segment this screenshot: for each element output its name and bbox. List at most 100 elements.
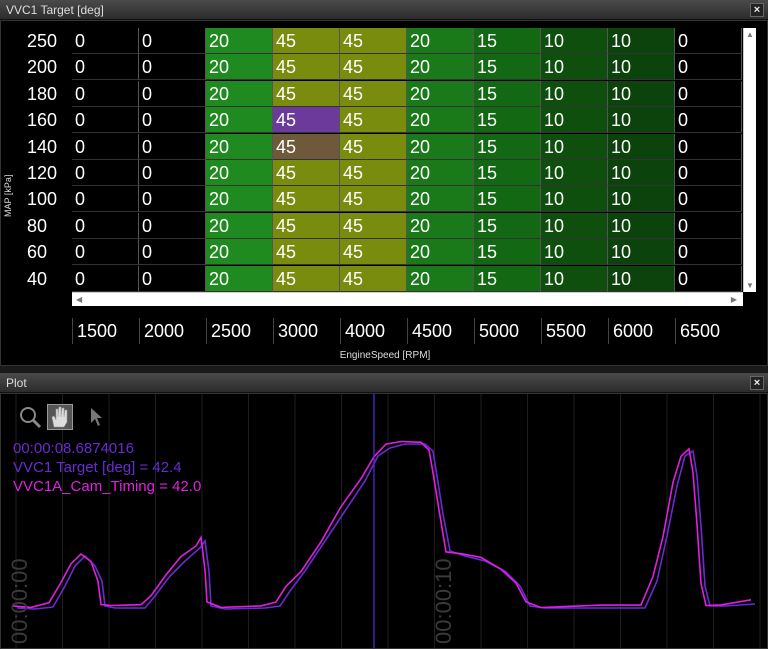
table-cell[interactable]: 10 [608, 80, 675, 107]
table-cell[interactable]: 0 [675, 239, 742, 266]
table-cell[interactable]: 45 [340, 80, 407, 107]
table-cell[interactable]: 20 [407, 160, 474, 186]
plot-panel[interactable]: 00:00:00 00:00:10 00:00:08.6874016 VVC1 … [0, 393, 768, 649]
table-cell[interactable]: 10 [541, 54, 608, 81]
table-cell[interactable]: 20 [206, 54, 273, 81]
table-cell[interactable]: 0 [72, 212, 139, 239]
table-cell[interactable]: 0 [72, 133, 139, 160]
table-cell[interactable]: 0 [139, 160, 206, 186]
table-cell[interactable]: 0 [139, 265, 206, 292]
table-cell[interactable]: 20 [206, 80, 273, 107]
table-cell[interactable]: 20 [407, 28, 474, 54]
table-cell[interactable]: 10 [541, 133, 608, 160]
table-cell[interactable]: 15 [474, 107, 541, 134]
table-cell[interactable]: 20 [407, 80, 474, 107]
table-cell[interactable]: 10 [541, 160, 608, 186]
table-cell[interactable]: 15 [474, 80, 541, 107]
table-cell[interactable]: 45 [273, 28, 340, 54]
table-cell[interactable]: 20 [407, 212, 474, 239]
table-cell[interactable]: 15 [474, 265, 541, 292]
table-cell[interactable]: 0 [675, 265, 742, 292]
table-cell[interactable]: 20 [407, 186, 474, 213]
table-cell[interactable]: 45 [273, 186, 340, 213]
table-cell[interactable]: 0 [139, 80, 206, 107]
table-cell[interactable]: 45 [340, 107, 407, 134]
table-cell[interactable]: 0 [675, 107, 742, 134]
table-cell[interactable]: 45 [340, 160, 407, 186]
scroll-left-icon[interactable]: ◀ [76, 295, 82, 304]
table-cell[interactable]: 0 [139, 186, 206, 213]
table-cell[interactable]: 45 [340, 133, 407, 160]
table-cell[interactable]: 45 [273, 212, 340, 239]
table-cell[interactable]: 15 [474, 160, 541, 186]
table-cell[interactable]: 10 [541, 186, 608, 213]
table-cell[interactable]: 0 [72, 160, 139, 186]
pointer-tool-button[interactable] [83, 404, 109, 430]
vertical-scrollbar[interactable]: ▲ ▼ [743, 28, 756, 292]
table-cell[interactable]: 0 [139, 239, 206, 266]
table-cell[interactable]: 0 [139, 28, 206, 54]
table-cell[interactable]: 15 [474, 239, 541, 266]
table-cell[interactable]: 45 [273, 54, 340, 81]
table-cell[interactable]: 20 [407, 133, 474, 160]
table-cell[interactable]: 0 [72, 54, 139, 81]
table-cell[interactable]: 20 [206, 239, 273, 266]
table-cell[interactable]: 45 [340, 28, 407, 54]
table-cell[interactable]: 0 [675, 28, 742, 54]
table-cell[interactable]: 10 [541, 107, 608, 134]
table-cell[interactable]: 10 [541, 28, 608, 54]
table-cell[interactable]: 0 [72, 186, 139, 213]
plot-area[interactable] [1, 394, 767, 648]
table-cell[interactable]: 0 [675, 54, 742, 81]
table-cell[interactable]: 0 [72, 265, 139, 292]
table-cell[interactable]: 10 [608, 28, 675, 54]
table-cell[interactable]: 10 [541, 212, 608, 239]
plot-panel-close-button[interactable]: × [750, 376, 764, 390]
table-cell[interactable]: 45 [340, 212, 407, 239]
table-cell[interactable]: 10 [541, 265, 608, 292]
table-cell[interactable]: 45 [340, 239, 407, 266]
table-cell[interactable]: 45 [273, 160, 340, 186]
table-cell[interactable]: 20 [407, 107, 474, 134]
scroll-up-icon[interactable]: ▲ [746, 30, 754, 39]
table-cell[interactable]: 0 [675, 212, 742, 239]
table-cell[interactable]: 10 [541, 80, 608, 107]
table-cell[interactable]: 0 [675, 133, 742, 160]
table-cell[interactable]: 10 [608, 54, 675, 81]
table-cell[interactable]: 0 [139, 133, 206, 160]
table-cell[interactable]: 45 [273, 239, 340, 266]
table-cell[interactable]: 20 [206, 186, 273, 213]
table-cell[interactable]: 0 [139, 107, 206, 134]
table-cell[interactable]: 20 [407, 265, 474, 292]
table-cell[interactable]: 10 [608, 160, 675, 186]
table-cell[interactable]: 10 [541, 239, 608, 266]
table-cell[interactable]: 45 [340, 265, 407, 292]
table-cell[interactable]: 20 [407, 54, 474, 81]
table-cell[interactable]: 15 [474, 186, 541, 213]
table-cell[interactable]: 20 [206, 28, 273, 54]
table-cell[interactable]: 0 [675, 160, 742, 186]
table-cell[interactable]: 0 [675, 186, 742, 213]
table-cell[interactable]: 45 [273, 80, 340, 107]
table-cell[interactable]: 20 [206, 265, 273, 292]
table-cell[interactable]: 20 [206, 107, 273, 134]
horizontal-scrollbar[interactable]: ◀ ▶ [72, 292, 743, 306]
table-cell[interactable]: 15 [474, 212, 541, 239]
table-cell[interactable]: 20 [407, 239, 474, 266]
table-cell[interactable]: 0 [72, 28, 139, 54]
table-cell[interactable]: 45 [340, 186, 407, 213]
table-cell[interactable]: 10 [608, 239, 675, 266]
table-cell[interactable]: 0 [72, 107, 139, 134]
table-cell[interactable]: 45 [273, 107, 340, 134]
table-cell[interactable]: 0 [675, 80, 742, 107]
table-cell[interactable]: 10 [608, 133, 675, 160]
table-cell[interactable]: 20 [206, 133, 273, 160]
table-cell[interactable]: 10 [608, 212, 675, 239]
scroll-down-icon[interactable]: ▼ [746, 281, 754, 290]
zoom-tool-button[interactable] [17, 404, 43, 430]
table-cell[interactable]: 10 [608, 265, 675, 292]
table-cell[interactable]: 10 [608, 107, 675, 134]
table-cell[interactable]: 20 [206, 212, 273, 239]
table-cell[interactable]: 0 [139, 212, 206, 239]
table-cell[interactable]: 15 [474, 133, 541, 160]
